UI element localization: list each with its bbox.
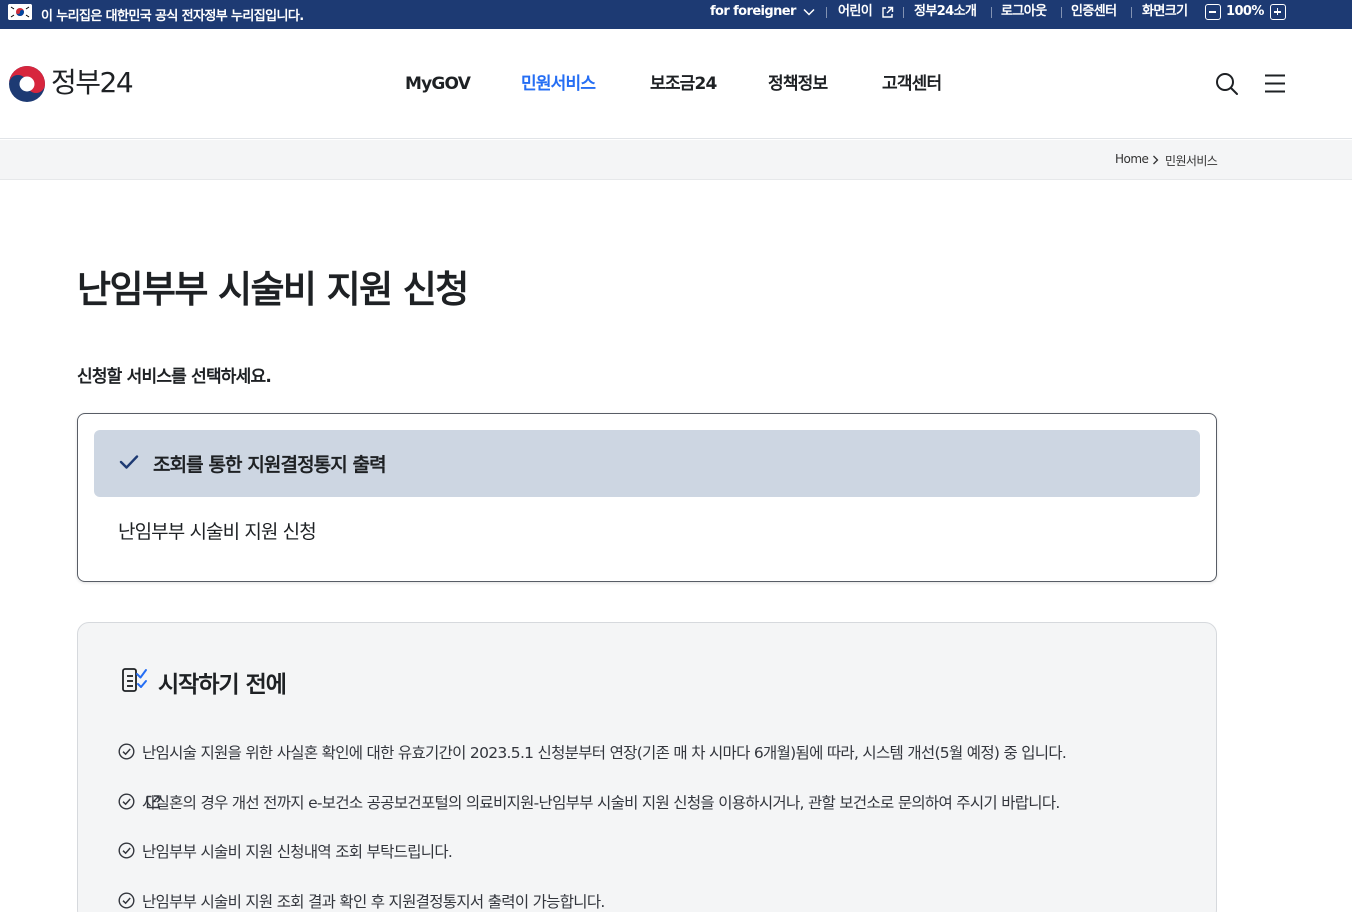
nav-mygov[interactable]: MyGOV xyxy=(405,73,471,95)
chevron-down-icon[interactable] xyxy=(803,8,815,16)
kids-link[interactable]: 어린이 xyxy=(838,3,873,20)
service-select-prompt: 신청할 서비스를 선택하세요. xyxy=(77,367,272,387)
option-label: 난임부부 시술비 지원 신청 xyxy=(118,521,317,543)
notice-title: 시작하기 전에 xyxy=(158,672,287,698)
page-title: 난임부부 시술비 지원 신청 xyxy=(77,268,469,311)
option-print-decision-notice[interactable]: 조회를 통한 지원결정통지 출력 xyxy=(94,430,1200,497)
notice-item-text: 사실혼의 경우 개선 전까지 e-보건소 공공보건포털 의 의료비지원-난임부부 … xyxy=(142,791,1060,813)
circle-check-icon xyxy=(118,842,135,859)
external-link-icon xyxy=(882,6,894,18)
for-foreigner-link[interactable]: for foreigner xyxy=(710,3,796,20)
service-option-list: 조회를 통한 지원결정통지 출력 난임부부 시술비 지원 신청 xyxy=(77,413,1217,582)
util-divider xyxy=(991,7,992,18)
breadcrumb-current: 민원서비스 xyxy=(1165,154,1218,168)
notice-item-text: 난임부부 시술비 지원 조회 결과 확인 후 지원결정통지서 출력이 가능합니다… xyxy=(142,893,605,911)
about-link[interactable]: 정부24소개 xyxy=(914,3,977,20)
external-link-icon[interactable] xyxy=(145,794,161,810)
circle-check-icon xyxy=(118,892,135,909)
korea-flag-icon xyxy=(8,4,32,20)
util-divider xyxy=(1131,7,1132,18)
gov-banner: 이 누리집은 대한민국 공식 전자정부 누리집입니다. for foreigne… xyxy=(0,0,1352,29)
zoom-label: 화면크기 xyxy=(1142,4,1188,19)
cert-center-link[interactable]: 인증센터 xyxy=(1071,3,1117,20)
check-icon xyxy=(119,455,139,469)
nav-subsidy24[interactable]: 보조금24 xyxy=(650,73,717,95)
notice-item-text: 난임부부 시술비 지원 신청내역 조회 부탁드립니다. xyxy=(142,843,453,861)
site-header: 정부24 MyGOV 민원서비스 보조금24 정책정보 고객센터 xyxy=(0,29,1352,139)
notice-item-text: 난임시술 지원을 위한 사실혼 확인에 대한 유효기간이 2023.5.1 신청… xyxy=(142,744,1067,762)
breadcrumb: Home 민원서비스 xyxy=(0,140,1352,180)
util-divider xyxy=(826,7,827,18)
option-label: 조회를 통한 지원결정통지 출력 xyxy=(153,454,387,476)
plus-icon[interactable] xyxy=(1270,4,1286,20)
logo-text[interactable]: 정부24 xyxy=(51,65,134,101)
checklist-icon xyxy=(122,668,147,692)
for-foreigner-label: for foreigner xyxy=(710,4,796,19)
circle-check-icon xyxy=(118,743,135,760)
chevron-right-icon xyxy=(1153,155,1159,165)
nav-civil-service[interactable]: 민원서비스 xyxy=(521,73,596,95)
notice-item-text-after: 의 의료비지원-난임부부 시술비 지원 신청을 이용하시거나, 관할 보건소로 … xyxy=(448,794,1060,812)
zoom-value: 100% xyxy=(1226,4,1264,19)
minus-icon[interactable] xyxy=(1205,4,1221,20)
nav-customer-center[interactable]: 고객센터 xyxy=(882,73,942,95)
circle-check-icon xyxy=(118,793,135,810)
notice-item-text-before: 사실혼의 경우 개선 전까지 e-보건소 공공보건포털 xyxy=(142,794,449,812)
gov-notice-text: 이 누리집은 대한민국 공식 전자정부 누리집입니다. xyxy=(41,9,304,24)
util-divider xyxy=(903,7,904,18)
before-start-notice: 시작하기 전에 난임시술 지원을 위한 사실혼 확인에 대한 유효기간이 202… xyxy=(77,622,1217,912)
hamburger-menu-icon[interactable] xyxy=(1264,74,1286,93)
option-apply-support[interactable]: 난임부부 시술비 지원 신청 xyxy=(94,497,1200,564)
logout-link[interactable]: 로그아웃 xyxy=(1001,3,1047,20)
nav-policy-info[interactable]: 정책정보 xyxy=(768,73,828,95)
util-divider xyxy=(1061,7,1062,18)
gov24-logo-icon[interactable] xyxy=(8,65,46,103)
search-icon[interactable] xyxy=(1215,72,1239,96)
breadcrumb-home[interactable]: Home xyxy=(1115,152,1149,166)
